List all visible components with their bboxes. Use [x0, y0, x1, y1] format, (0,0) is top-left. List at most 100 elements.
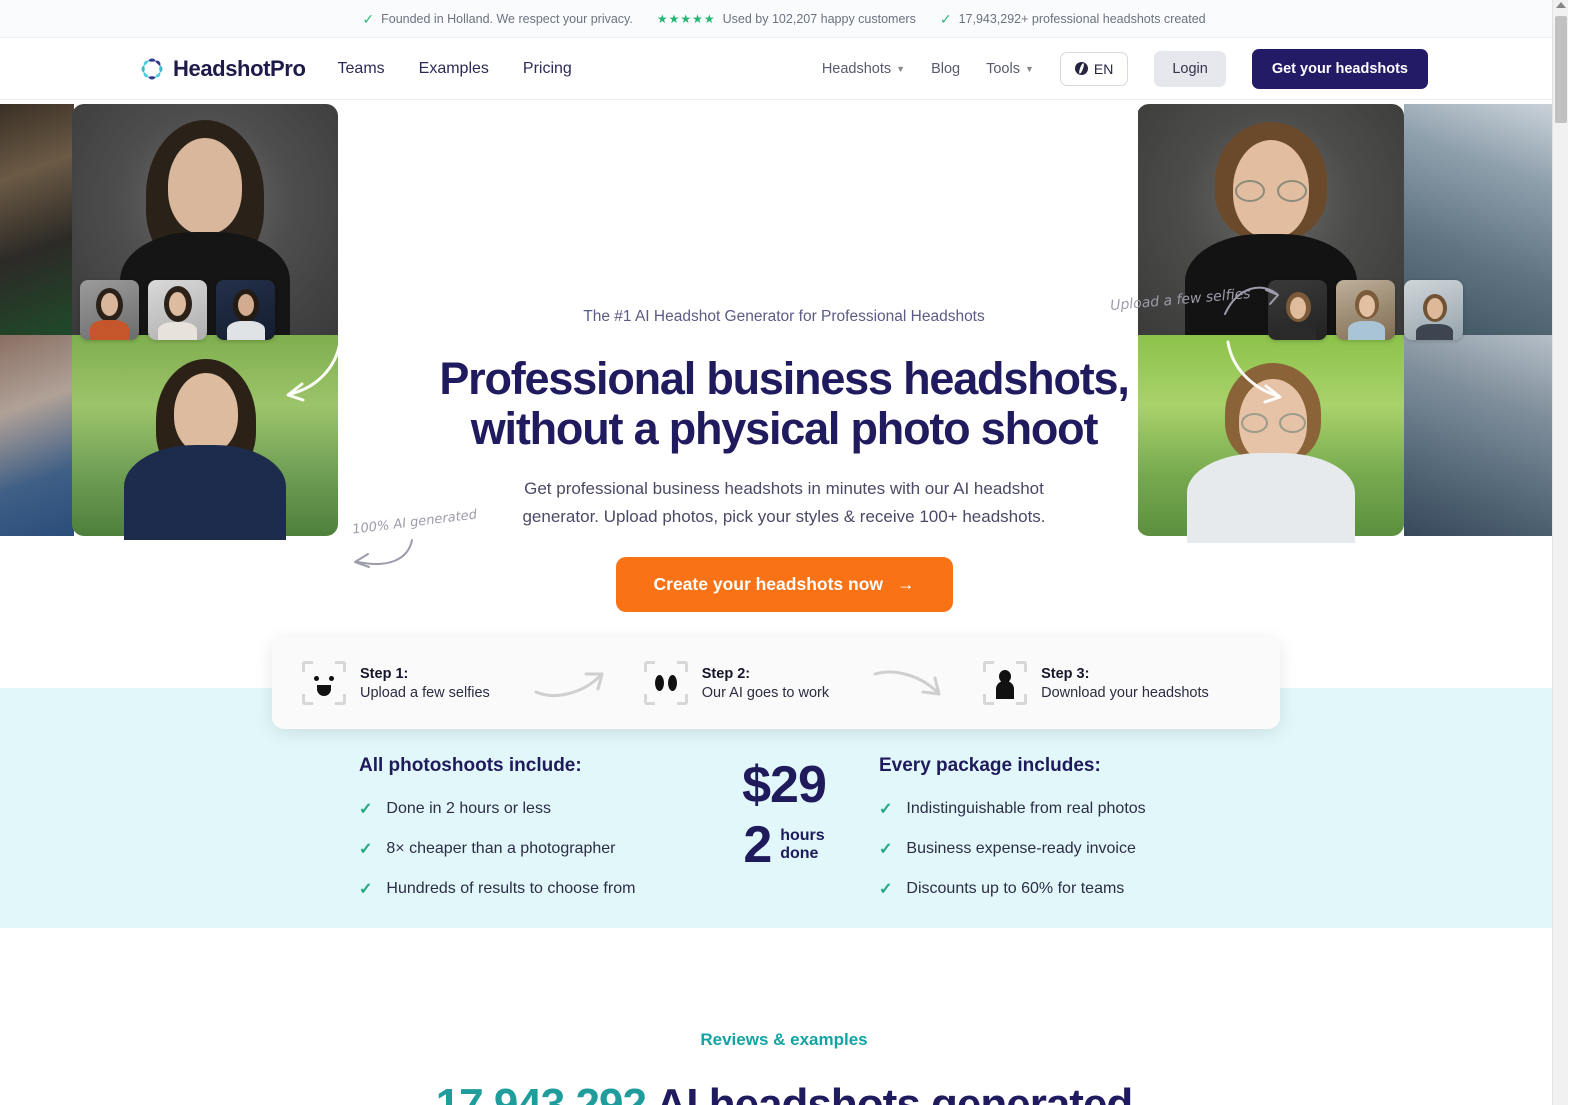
selfie-thumbnail — [148, 280, 207, 340]
hero-thumbnails-right — [1268, 280, 1463, 340]
feature-label: Hundreds of results to choose from — [386, 880, 636, 897]
announcement-text-privacy: Founded in Holland. We respect your priv… — [381, 11, 633, 26]
check-icon: ✓ — [879, 881, 893, 898]
brand-logo[interactable]: HeadshotPro — [140, 56, 306, 82]
secondary-nav: Headshots ▼ Blog Tools ▼ EN Login Get yo… — [822, 48, 1428, 89]
nav-link-blog[interactable]: Blog — [931, 61, 960, 77]
scrollbar-thumb[interactable] — [1555, 16, 1567, 123]
chevron-down-icon: ▼ — [1024, 63, 1034, 74]
feature-item: ✓ Done in 2 hours or less — [359, 799, 689, 819]
feature-item: ✓ Indistinguishable from real photos — [879, 799, 1209, 819]
turnaround-label-hours: hours — [780, 826, 825, 844]
five-stars-icon: ★★★★★ — [656, 11, 716, 26]
reviews-title-number: 17,943,292 — [435, 1080, 647, 1105]
page-title: Professional business headshots, without… — [434, 354, 1134, 453]
feature-label: Done in 2 hours or less — [386, 800, 551, 817]
curved-arrow-left-icon — [286, 340, 342, 402]
reviews-eyebrow: Reviews & examples — [700, 1030, 868, 1049]
hero-section: Upload a few selfies 100% AI generated T… — [0, 100, 1568, 700]
main-navigation: HeadshotPro Teams Examples Pricing Heads… — [0, 38, 1568, 100]
hero-photo-bg-left-bottom — [0, 335, 74, 536]
page-root: ✓ Founded in Holland. We respect your pr… — [0, 0, 1568, 1105]
hero-subtext: Get professional business headshots in m… — [522, 479, 1046, 526]
feature-item: ✓ Hundreds of results to choose from — [359, 879, 689, 899]
check-icon: ✓ — [879, 841, 893, 858]
hero-thumbnails-left — [80, 280, 275, 340]
arrow-step-2-to-3-icon — [873, 670, 941, 696]
globe-icon — [1074, 62, 1088, 75]
curved-arrow-annotation-icon — [1224, 286, 1279, 315]
step-1-desc: Upload a few selfies — [360, 684, 490, 701]
brand-name: HeadshotPro — [173, 55, 306, 81]
selfie-thumbnail — [1336, 280, 1395, 340]
feature-item: ✓ 8× cheaper than a photographer — [359, 839, 689, 859]
nav-dropdown-tools-label: Tools — [986, 60, 1020, 77]
nav-dropdown-tools[interactable]: Tools ▼ — [986, 61, 1034, 77]
create-headshots-button[interactable]: Create your headshots now → — [615, 557, 953, 613]
announcement-text-customers: Used by 102,207 happy customers — [722, 11, 916, 26]
nav-link-teams[interactable]: Teams — [338, 60, 385, 78]
step-2-title: Step 2: — [701, 665, 751, 682]
face-scan-icon — [302, 661, 346, 705]
login-button[interactable]: Login — [1154, 50, 1226, 87]
check-icon: ✓ — [359, 881, 373, 898]
hero-copy: The #1 AI Headshot Generator for Profess… — [434, 100, 1134, 690]
announcement-item-privacy: ✓ Founded in Holland. We respect your pr… — [362, 12, 632, 26]
arrow-right-icon: → — [897, 574, 915, 595]
language-label: EN — [1093, 60, 1114, 77]
reviews-title-rest: AI headshots generated — [655, 1080, 1134, 1105]
price-amount: $29 — [742, 756, 827, 814]
check-icon: ✓ — [359, 801, 373, 818]
reviews-title: 17,943,292 AI headshots generated — [0, 1080, 1568, 1105]
selfie-thumbnail — [1404, 280, 1463, 340]
headline-line-1: Professional business headshots, — [439, 353, 1130, 404]
step-3-desc: Download your headshots — [1041, 684, 1209, 701]
announcement-bar: ✓ Founded in Holland. We respect your pr… — [0, 0, 1568, 38]
nav-dropdown-headshots-label: Headshots — [821, 60, 892, 77]
photoshoot-includes-column: All photoshoots include: ✓ Done in 2 hou… — [359, 755, 689, 919]
turnaround-label: hours done — [780, 827, 824, 864]
check-icon: ✓ — [939, 10, 952, 27]
feature-label: 8× cheaper than a photographer — [386, 840, 616, 857]
nav-link-pricing[interactable]: Pricing — [523, 60, 572, 78]
language-selector[interactable]: EN — [1059, 51, 1129, 86]
step-3: Step 3: Download your headshots — [983, 661, 1209, 705]
step-1-title: Step 1: — [360, 665, 409, 682]
page-scrollbar[interactable] — [1552, 0, 1568, 1105]
feature-label: Business expense-ready invoice — [906, 840, 1136, 857]
headshotpro-logo-icon — [140, 57, 164, 81]
announcement-text-headshots: 17,943,292+ professional headshots creat… — [958, 11, 1206, 26]
hero-photo-bg-left-top — [0, 104, 74, 335]
feature-label: Indistinguishable from real photos — [906, 800, 1146, 817]
package-includes-column: Every package includes: ✓ Indistinguisha… — [879, 755, 1209, 919]
selfie-thumbnail — [216, 280, 275, 340]
check-icon: ✓ — [879, 801, 893, 818]
feature-item: ✓ Business expense-ready invoice — [879, 839, 1209, 859]
photoshoot-includes-title: All photoshoots include: — [359, 755, 582, 776]
step-3-title: Step 3: — [1041, 665, 1090, 682]
arrow-step-1-to-2-icon — [534, 672, 604, 697]
package-includes-title: Every package includes: — [879, 755, 1101, 776]
selfie-thumbnail — [80, 280, 139, 340]
person-scan-icon — [983, 661, 1028, 705]
nav-dropdown-headshots[interactable]: Headshots ▼ — [822, 61, 905, 77]
announcement-item-headshots: ✓ 17,943,292+ professional headshots cre… — [940, 12, 1206, 26]
headline-line-2: without a physical photo shoot — [470, 402, 1099, 454]
get-headshots-button[interactable]: Get your headshots — [1251, 48, 1428, 89]
announcement-item-customers: ★★★★★ Used by 102,207 happy customers — [657, 12, 916, 26]
turnaround-number: 2 — [743, 816, 773, 874]
primary-nav-links: Teams Examples Pricing — [338, 60, 572, 78]
nav-link-examples[interactable]: Examples — [419, 60, 489, 78]
reviews-section: Reviews & examples 17,943,292 AI headsho… — [0, 928, 1568, 1105]
step-2-desc: Our AI goes to work — [701, 684, 830, 701]
nav-link-blog-label: Blog — [931, 60, 961, 77]
ai-eyes-scan-icon — [643, 661, 688, 705]
steps-card: Step 1: Upload a few selfies Step 2: Our… — [272, 637, 1280, 729]
curved-arrow-down-left-icon — [354, 539, 413, 568]
scroll-up-arrow-icon[interactable] — [1556, 2, 1566, 8]
chevron-down-icon: ▼ — [896, 63, 906, 74]
curved-arrow-right-icon — [1226, 340, 1282, 404]
create-headshots-label: Create your headshots now — [653, 574, 884, 595]
step-2: Step 2: Our AI goes to work — [643, 661, 830, 705]
turnaround-label-done: done — [780, 845, 819, 862]
